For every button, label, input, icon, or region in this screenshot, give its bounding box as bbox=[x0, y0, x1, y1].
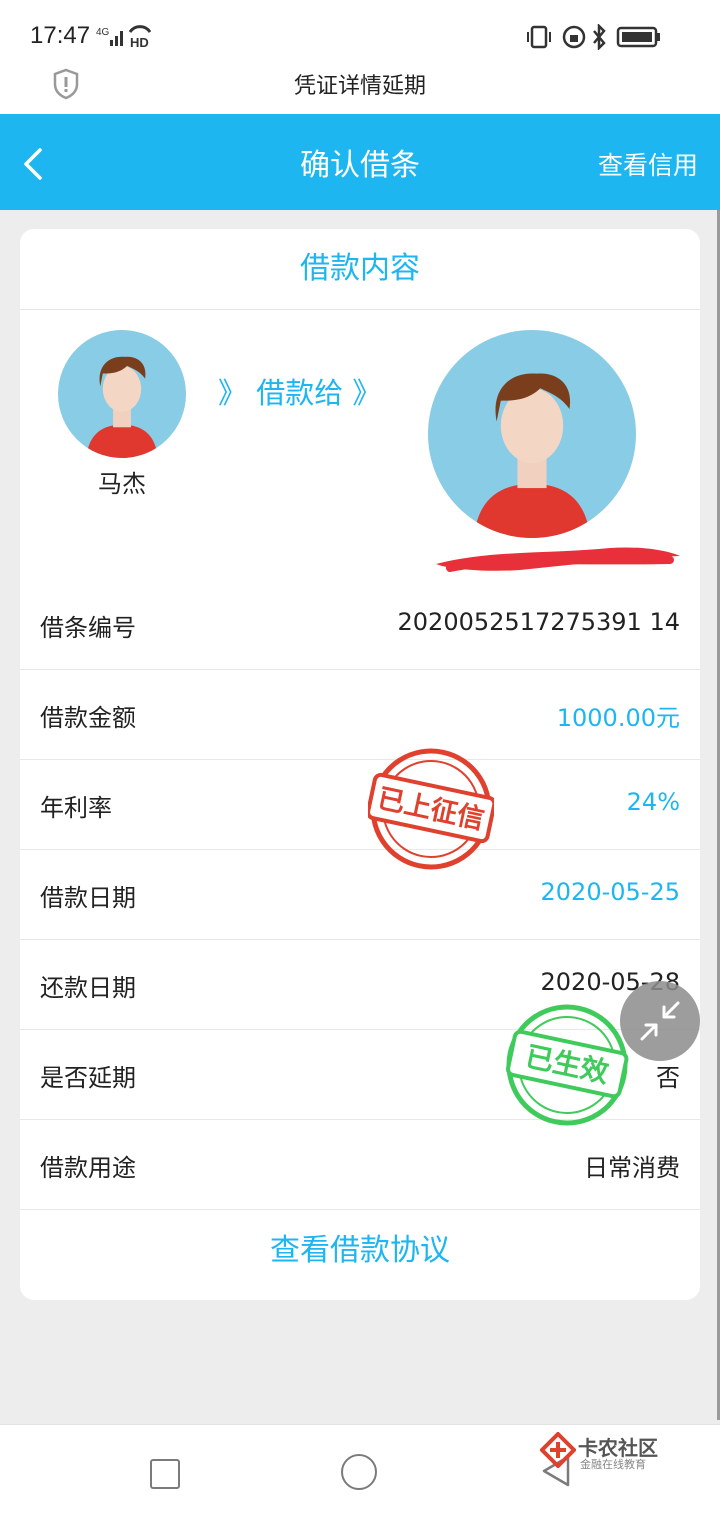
row-loan-date: 借款日期 2020-05-25 bbox=[20, 849, 700, 939]
view-loan-agreement-link[interactable]: 查看借款协议 bbox=[20, 1209, 700, 1292]
row-label: 借款日期 bbox=[40, 884, 136, 912]
person-icon bbox=[86, 356, 158, 458]
row-label: 是否延期 bbox=[40, 1064, 136, 1092]
detail-list: 借条编号 2020052517275391 14 借款金额 1000.00元 年… bbox=[20, 580, 700, 1209]
row-annual-rate: 年利率 24% bbox=[20, 759, 700, 849]
row-value: 1000.00元 bbox=[556, 704, 680, 732]
vibrate-icon bbox=[527, 25, 551, 49]
page-title: 凭证详情延期 bbox=[293, 74, 426, 99]
hd-label: HD bbox=[130, 35, 149, 48]
rotation-lock-icon bbox=[562, 25, 586, 49]
status-time: 17:47 bbox=[30, 22, 91, 49]
row-value: 否 bbox=[656, 1064, 680, 1092]
bluetooth-icon bbox=[593, 24, 606, 50]
watermark-subtitle: 金融在线教育 bbox=[580, 1458, 646, 1471]
row-repayment-date: 还款日期 2020-05-28 bbox=[20, 939, 700, 1029]
row-label: 还款日期 bbox=[40, 974, 136, 1002]
home-button[interactable] bbox=[341, 1454, 377, 1490]
browser-title-bar: 凭证详情延期 bbox=[0, 60, 720, 114]
row-value: 2020052517275391 14 bbox=[397, 608, 680, 636]
row-extended: 是否延期 否 bbox=[20, 1029, 700, 1119]
row-loan-number: 借条编号 2020052517275391 14 bbox=[20, 580, 700, 669]
watermark-logo-icon bbox=[539, 1431, 577, 1469]
loan-content-card: 借款内容 马杰 》 借款给 》 借条编号 2020052517275391 14… bbox=[20, 229, 700, 1300]
battery-icon bbox=[616, 26, 660, 48]
row-label: 借条编号 bbox=[40, 614, 136, 642]
system-status-icons bbox=[527, 24, 660, 50]
watermark: 卡农社区 金融在线教育 bbox=[539, 1431, 680, 1472]
row-loan-amount: 借款金额 1000.00元 bbox=[20, 669, 700, 759]
row-label: 借款金额 bbox=[40, 704, 136, 732]
row-value: 日常消费 bbox=[584, 1154, 680, 1182]
row-value: 24% bbox=[626, 788, 680, 816]
borrower-avatar bbox=[58, 330, 186, 458]
recent-apps-button[interactable] bbox=[150, 1459, 180, 1489]
redaction-scribble bbox=[436, 547, 680, 572]
borrower-name: 马杰 bbox=[98, 470, 146, 498]
row-loan-purpose: 借款用途 日常消费 bbox=[20, 1119, 700, 1209]
card-header: 借款内容 bbox=[20, 229, 700, 310]
row-label: 年利率 bbox=[40, 794, 112, 822]
row-value: 2020-05-25 bbox=[540, 878, 680, 906]
view-credit-button[interactable]: 查看信用 bbox=[598, 146, 698, 182]
lender-avatar bbox=[428, 330, 636, 538]
collapse-float-button[interactable] bbox=[620, 981, 700, 1061]
shrink-arrows-icon bbox=[640, 1001, 680, 1041]
person-icon bbox=[473, 373, 591, 538]
lend-to-label: 》 借款给 》 bbox=[218, 376, 382, 410]
row-label: 借款用途 bbox=[40, 1154, 136, 1182]
app-bar: 确认借条 查看信用 bbox=[0, 114, 720, 210]
parties-section: 马杰 》 借款给 》 bbox=[20, 310, 700, 580]
network-type-label: 4G bbox=[96, 27, 110, 38]
network-signal-icon: 4G HD bbox=[96, 25, 152, 48]
